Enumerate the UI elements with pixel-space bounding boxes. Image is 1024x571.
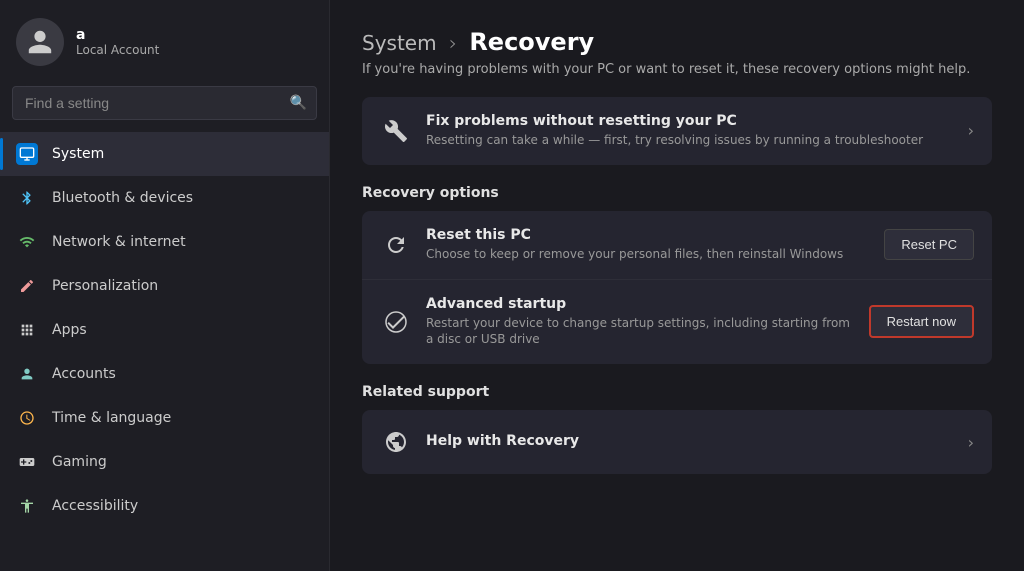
- fix-problems-title: Fix problems without resetting your PC: [426, 113, 954, 129]
- user-account-type: Local Account: [76, 43, 159, 57]
- user-name: a: [76, 27, 159, 43]
- sidebar-item-time[interactable]: Time & language: [0, 396, 329, 440]
- page-header: System › Recovery If you're having probl…: [362, 28, 992, 77]
- sidebar-item-accounts[interactable]: Accounts: [0, 352, 329, 396]
- sidebar-item-system[interactable]: System: [0, 132, 329, 176]
- advanced-startup-icon: [380, 306, 412, 338]
- main-content: System › Recovery If you're having probl…: [330, 0, 1024, 571]
- sidebar-item-apps[interactable]: Apps: [0, 308, 329, 352]
- search-input[interactable]: [12, 86, 317, 120]
- sidebar: a Local Account 🔍 System Bluetooth & dev…: [0, 0, 330, 571]
- sidebar-item-accessibility[interactable]: Accessibility: [0, 484, 329, 528]
- advanced-startup-title: Advanced startup: [426, 296, 855, 312]
- fix-problems-row[interactable]: Fix problems without resetting your PC R…: [362, 97, 992, 165]
- sidebar-item-gaming[interactable]: Gaming: [0, 440, 329, 484]
- sidebar-item-system-label: System: [52, 146, 104, 162]
- breadcrumb: System › Recovery: [362, 28, 992, 56]
- advanced-startup-text: Advanced startup Restart your device to …: [426, 296, 855, 349]
- gaming-icon: [16, 451, 38, 473]
- sidebar-item-personalization-label: Personalization: [52, 278, 158, 294]
- sidebar-item-network[interactable]: Network & internet: [0, 220, 329, 264]
- reset-pc-title: Reset this PC: [426, 227, 870, 243]
- sidebar-nav: System Bluetooth & devices Network & int…: [0, 132, 329, 528]
- reset-pc-action: Reset PC: [884, 229, 974, 260]
- sidebar-item-network-label: Network & internet: [52, 234, 186, 250]
- reset-pc-button[interactable]: Reset PC: [884, 229, 974, 260]
- help-recovery-icon: [380, 426, 412, 458]
- reset-pc-row: Reset this PC Choose to keep or remove y…: [362, 211, 992, 280]
- sidebar-item-accessibility-label: Accessibility: [52, 498, 138, 514]
- fix-problems-card: Fix problems without resetting your PC R…: [362, 97, 992, 165]
- advanced-startup-row: Advanced startup Restart your device to …: [362, 280, 992, 365]
- fix-problems-chevron: ›: [968, 121, 974, 140]
- search-box[interactable]: 🔍: [12, 86, 317, 120]
- sidebar-item-gaming-label: Gaming: [52, 454, 107, 470]
- avatar: [16, 18, 64, 66]
- reset-pc-text: Reset this PC Choose to keep or remove y…: [426, 227, 870, 263]
- recovery-options-card: Reset this PC Choose to keep or remove y…: [362, 211, 992, 364]
- sidebar-item-bluetooth-label: Bluetooth & devices: [52, 190, 193, 206]
- sidebar-item-personalization[interactable]: Personalization: [0, 264, 329, 308]
- help-recovery-chevron: ›: [968, 433, 974, 452]
- user-info: a Local Account: [76, 27, 159, 57]
- help-recovery-text: Help with Recovery: [426, 433, 954, 452]
- reset-pc-icon: [380, 229, 412, 261]
- breadcrumb-separator: ›: [449, 31, 457, 55]
- sidebar-item-bluetooth[interactable]: Bluetooth & devices: [0, 176, 329, 220]
- personalization-icon: [16, 275, 38, 297]
- user-section: a Local Account: [0, 0, 329, 80]
- sidebar-item-apps-label: Apps: [52, 322, 87, 338]
- sidebar-item-accounts-label: Accounts: [52, 366, 116, 382]
- related-support-card: Help with Recovery ›: [362, 410, 992, 474]
- fix-problems-text: Fix problems without resetting your PC R…: [426, 113, 954, 149]
- recovery-options-label: Recovery options: [362, 185, 992, 201]
- help-recovery-title: Help with Recovery: [426, 433, 954, 449]
- network-icon: [16, 231, 38, 253]
- fix-problems-subtitle: Resetting can take a while — first, try …: [426, 132, 954, 149]
- bluetooth-icon: [16, 187, 38, 209]
- system-icon: [16, 143, 38, 165]
- breadcrumb-parent: System: [362, 31, 437, 55]
- advanced-startup-subtitle: Restart your device to change startup se…: [426, 315, 855, 349]
- advanced-startup-action: Restart now: [869, 305, 974, 338]
- page-description: If you're having problems with your PC o…: [362, 62, 982, 77]
- fix-problems-icon: [380, 115, 412, 147]
- accessibility-icon: [16, 495, 38, 517]
- reset-pc-subtitle: Choose to keep or remove your personal f…: [426, 246, 870, 263]
- breadcrumb-current: Recovery: [469, 28, 594, 56]
- accounts-icon: [16, 363, 38, 385]
- sidebar-item-time-label: Time & language: [52, 410, 171, 426]
- apps-icon: [16, 319, 38, 341]
- time-icon: [16, 407, 38, 429]
- restart-now-button[interactable]: Restart now: [869, 305, 974, 338]
- related-support-label: Related support: [362, 384, 992, 400]
- help-recovery-row[interactable]: Help with Recovery ›: [362, 410, 992, 474]
